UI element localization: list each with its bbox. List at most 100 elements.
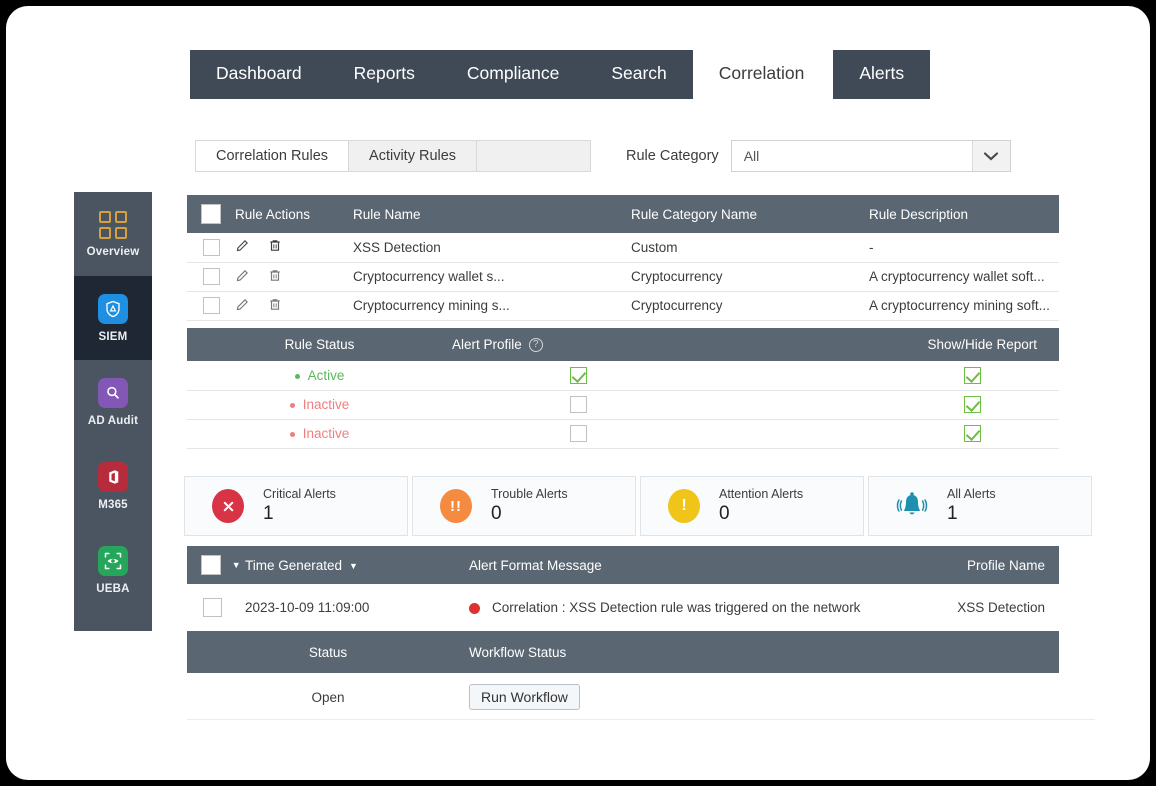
row-actions-cell (235, 291, 353, 321)
tab-correlation-rules[interactable]: Correlation Rules (196, 141, 350, 171)
nav-item-alerts[interactable]: Alerts (833, 50, 931, 99)
cell-workflow-status: Run Workflow (469, 673, 1059, 721)
row-actions-cell (235, 233, 353, 263)
cell-show-hide-report (922, 390, 1059, 420)
nav-item-correlation[interactable]: Correlation (692, 50, 831, 99)
run-workflow-button[interactable]: Run Workflow (469, 684, 580, 710)
rule-status-table: Rule Status Alert Profile? Show/Hide Rep… (187, 328, 1059, 449)
rule-category-label: Rule Category (626, 148, 719, 164)
table-row[interactable]: Cryptocurrency wallet s... Cryptocurrenc… (187, 262, 1059, 292)
alert-card-value: 1 (947, 503, 958, 524)
tab-activity-rules[interactable]: Activity Rules (349, 141, 478, 171)
col-time-generated[interactable]: Time Generated ▼ (245, 546, 469, 584)
table-row[interactable]: Active (187, 361, 1059, 391)
sidebar-item-ad-audit[interactable]: AD Audit (74, 360, 152, 444)
table-row[interactable]: Inactive (187, 419, 1059, 449)
tab-filler (477, 141, 590, 171)
status-dot (289, 403, 295, 409)
sidebar-item-ueba[interactable]: UEBA (74, 528, 152, 612)
row-checkbox[interactable] (203, 597, 222, 617)
alerts-table-panel: ▼ Time Generated ▼ Alert Format Message P… (187, 546, 1059, 632)
select-all-checkbox[interactable] (201, 555, 221, 575)
status-label: Inactive (302, 426, 350, 442)
sidebar-item-label: AD Audit (87, 414, 139, 427)
alert-card-value: 1 (263, 503, 274, 524)
cell-time-generated: 2023-10-09 11:09:00 (245, 584, 469, 632)
nav-item-dashboard[interactable]: Dashboard (190, 50, 328, 99)
help-icon[interactable]: ? (528, 338, 543, 353)
nav-item-reports[interactable]: Reports (328, 50, 441, 99)
app-window: Dashboard Reports Compliance Search Corr… (6, 6, 1150, 780)
cell-rule-description: A cryptocurrency wallet soft... (869, 262, 1059, 292)
exclamation-icon: ! (667, 489, 701, 523)
alert-card-title: Attention Alerts (719, 487, 804, 501)
alert-card-trouble[interactable]: !! Trouble Alerts 0 (412, 476, 636, 536)
select-all-checkbox[interactable] (201, 204, 221, 224)
sidebar-item-m365[interactable]: M365 (74, 444, 152, 528)
edit-icon[interactable] (235, 240, 254, 256)
cell-rule-category-name: Cryptocurrency (631, 291, 869, 321)
alert-card-title: Trouble Alerts (491, 487, 568, 501)
delete-icon[interactable] (268, 269, 282, 286)
rules-table-panel: Rule Actions Rule Name Rule Category Nam… (187, 195, 1059, 321)
alert-card-title: Critical Alerts (263, 487, 336, 501)
eye-icon (98, 545, 128, 576)
delete-icon[interactable] (268, 240, 282, 256)
workflow-table: Status Workflow Status Open Run Workflow (187, 631, 1059, 721)
delete-icon[interactable] (268, 298, 282, 315)
row-checkbox[interactable] (203, 297, 220, 314)
cell-rule-category-name: Custom (631, 233, 869, 263)
cell-rule-status: Active (187, 361, 452, 391)
table-row[interactable]: Cryptocurrency mining s... Cryptocurrenc… (187, 291, 1059, 321)
sidebar-item-label: UEBA (96, 582, 130, 595)
show-hide-report-checkbox[interactable] (964, 367, 981, 385)
alert-card-attention[interactable]: ! Attention Alerts 0 (640, 476, 864, 536)
nav-group: Dashboard Reports Compliance Search Corr… (190, 50, 831, 99)
status-dot (294, 374, 300, 380)
table-row[interactable]: 2023-10-09 11:09:00 Correlation : XSS De… (187, 584, 1059, 632)
row-select-cell (187, 584, 245, 632)
show-hide-report-checkbox[interactable] (964, 425, 981, 443)
col-rule-status: Rule Status (187, 328, 452, 362)
alert-profile-checkbox[interactable] (570, 396, 587, 414)
rule-category-select[interactable]: All (730, 140, 1011, 172)
table-row[interactable]: Inactive (187, 390, 1059, 420)
alert-profile-checkbox[interactable] (570, 367, 587, 385)
edit-icon[interactable] (235, 298, 254, 315)
alert-card-all[interactable]: All Alerts 1 (868, 476, 1092, 536)
cell-rule-description: - (869, 233, 1059, 263)
alert-profile-checkbox[interactable] (570, 425, 587, 443)
status-dot (289, 432, 295, 438)
alert-card-title: All Alerts (947, 487, 996, 501)
chevron-down-icon[interactable]: ▼ (232, 560, 241, 570)
col-status: Status (187, 631, 469, 673)
col-rule-description: Rule Description (869, 195, 1059, 233)
bottom-divider (187, 719, 1095, 720)
alert-card-critical[interactable]: Critical Alerts 1 (184, 476, 408, 536)
show-hide-report-checkbox[interactable] (964, 396, 981, 414)
nav-item-search[interactable]: Search (585, 50, 692, 99)
alerts-select-all-header: ▼ (187, 546, 245, 584)
col-profile-name: Profile Name (869, 546, 1059, 584)
table-header-row: Rule Actions Rule Name Rule Category Nam… (187, 195, 1059, 233)
alert-summary-cards: Critical Alerts 1 !! Trouble Alerts 0 ! … (184, 476, 1092, 536)
sidebar: Overview SIEM AD Audit M365 UEBA (74, 192, 152, 631)
edit-icon[interactable] (235, 269, 254, 286)
row-checkbox[interactable] (203, 238, 220, 256)
sidebar-item-overview[interactable]: Overview (74, 192, 152, 276)
table-row[interactable]: XSS Detection Custom - (187, 233, 1059, 263)
cell-rule-description: A cryptocurrency mining soft... (869, 291, 1059, 321)
status-label: Inactive (302, 397, 350, 413)
nav-item-compliance[interactable]: Compliance (441, 50, 585, 99)
row-checkbox[interactable] (203, 268, 220, 285)
sidebar-item-label: SIEM (98, 330, 128, 343)
double-exclamation-icon: !! (439, 489, 473, 523)
alert-card-value: 0 (719, 503, 730, 524)
sort-arrow-icon[interactable]: ▼ (349, 561, 358, 571)
top-navigation: Dashboard Reports Compliance Search Corr… (190, 50, 931, 99)
sidebar-item-siem[interactable]: SIEM (74, 276, 152, 360)
chevron-down-icon[interactable] (971, 141, 1010, 171)
table-header-row: Status Workflow Status (187, 631, 1059, 673)
sidebar-item-label: M365 (98, 498, 128, 511)
shield-icon (98, 293, 128, 324)
